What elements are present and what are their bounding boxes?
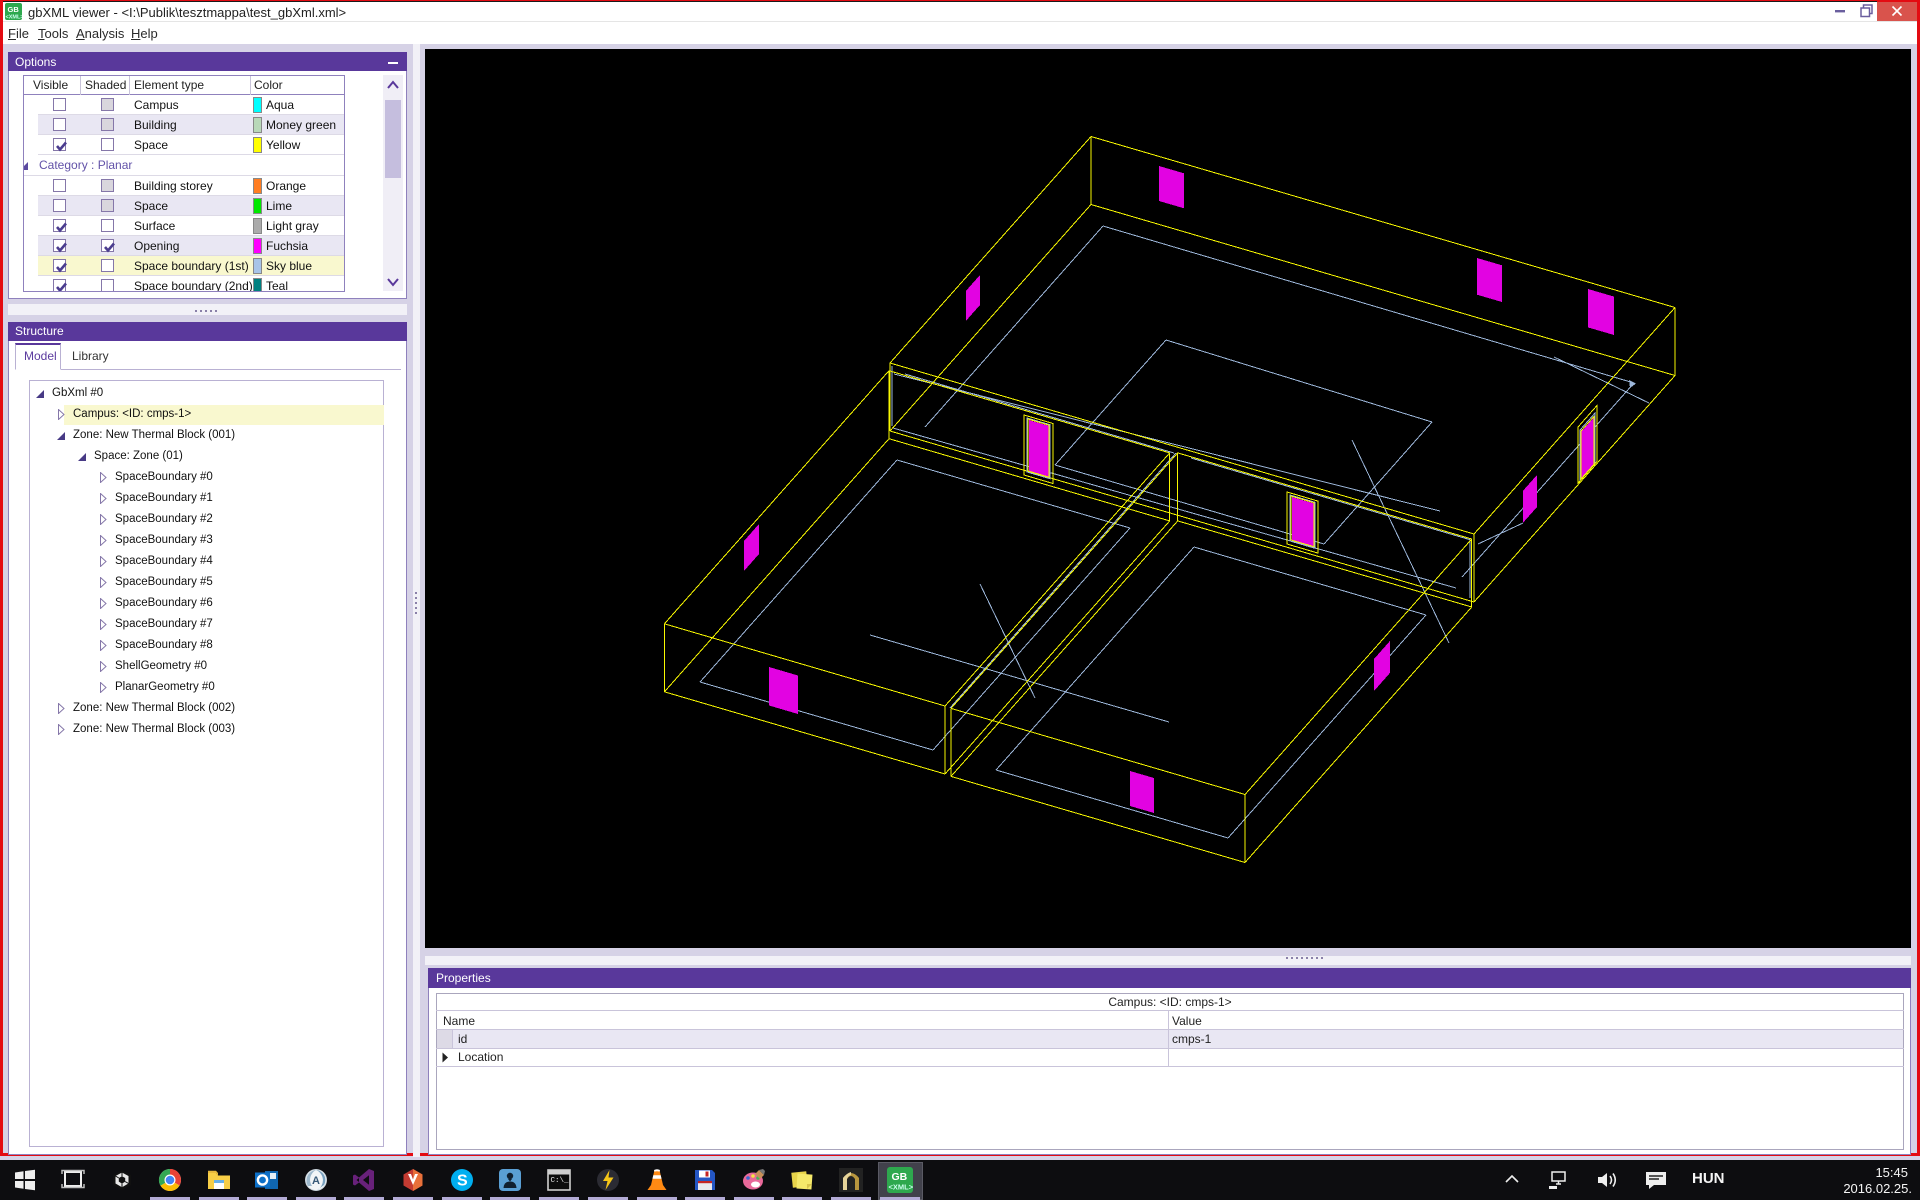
- svg-text:<XML>: <XML>: [889, 1183, 914, 1192]
- svg-text:S: S: [457, 1173, 468, 1190]
- svg-text:GB: GB: [892, 1171, 908, 1183]
- svg-text:<XML>: <XML>: [6, 15, 23, 21]
- svg-text:GB: GB: [8, 5, 20, 14]
- svg-text:C:\_: C:\_: [551, 1177, 570, 1185]
- svg-text:A: A: [312, 1175, 320, 1187]
